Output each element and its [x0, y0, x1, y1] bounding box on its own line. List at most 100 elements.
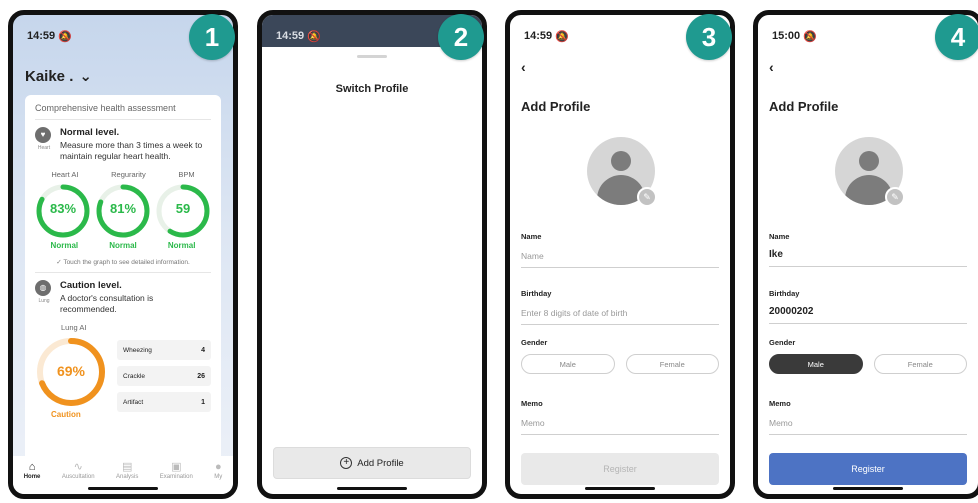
tab-label: Examination: [159, 474, 193, 480]
metric-name: Wheezing: [123, 346, 152, 354]
page-title: Add Profile: [769, 99, 839, 114]
page-title: Add Profile: [521, 99, 591, 114]
metric-row[interactable]: Crackle 26: [117, 366, 211, 386]
mute-icon: 🔕: [803, 30, 817, 43]
add-profile-button[interactable]: + Add Profile: [273, 447, 471, 479]
home-icon: ⌂: [28, 461, 36, 473]
home-indicator: [88, 487, 158, 490]
heart-gauges[interactable]: 83% 81% 59: [35, 183, 211, 239]
lung-level-row: ◍ Lung Caution level. A doctor's consult…: [35, 280, 211, 315]
gender-female-button[interactable]: Female: [873, 354, 967, 374]
tab-examination[interactable]: ▣ Examination: [160, 460, 193, 494]
lung-level-desc: A doctor's consultation is recommended.: [60, 293, 154, 314]
register-button[interactable]: Register: [769, 453, 967, 485]
pencil-icon[interactable]: ✎: [885, 187, 905, 207]
tab-my[interactable]: ● My: [214, 460, 222, 494]
back-chevron-icon[interactable]: ‹: [769, 59, 774, 75]
heart-icon: ♥: [35, 127, 51, 143]
plus-circle-icon: +: [340, 457, 353, 469]
gauge-value-heart-ai: 83%: [49, 201, 77, 216]
gauge-labels: Heart AI Regurarity BPM: [35, 170, 211, 179]
gender-label: Gender: [521, 338, 548, 347]
person-icon: ●: [214, 461, 222, 473]
gender-female-button[interactable]: Female: [625, 354, 719, 374]
status-time: 15:00: [772, 30, 801, 42]
gauge-label-heart-ai: Heart AI: [51, 170, 79, 179]
phone-add-profile-filled: 15:00🔕 ▂▄▆ 5 ‹ Add Profile ✎ Name Ike Bi…: [753, 10, 978, 499]
memo-field[interactable]: Memo: [521, 418, 719, 435]
gauge-status-bpm: Normal: [167, 241, 196, 250]
touch-hint: ✓ Touch the graph to see detailed inform…: [35, 258, 211, 273]
home-indicator: [585, 487, 655, 490]
gauge-value-lung-ai: 69%: [56, 363, 86, 379]
metric-row[interactable]: Artifact 1: [117, 392, 211, 412]
metric-name: Crackle: [123, 372, 146, 380]
tab-label: My: [214, 474, 223, 480]
mute-icon: 🔕: [58, 30, 72, 43]
gauge-heart-ai[interactable]: 83%: [35, 183, 91, 239]
add-profile-label: Add Profile: [357, 457, 404, 469]
gauge-lung-ai[interactable]: 69%: [35, 336, 107, 408]
gauge-status-regularity: Normal: [109, 241, 137, 250]
metric-value: 1: [201, 398, 205, 406]
step-badge-1: 1: [189, 14, 235, 60]
lung-metric-list: Wheezing 4 Crackle 26 Artifact 1: [117, 340, 211, 419]
lung-icon: ◍: [35, 280, 51, 296]
gauge-regularity[interactable]: 81%: [95, 183, 151, 239]
memo-label: Memo: [521, 399, 543, 408]
stethoscope-icon: ∿: [73, 461, 83, 473]
chart-icon: ▤: [121, 461, 133, 473]
metric-value: 4: [201, 346, 205, 354]
name-field[interactable]: Name: [521, 251, 719, 268]
chevron-down-icon: ⌄: [79, 68, 92, 85]
gender-male-button[interactable]: Male: [769, 354, 863, 374]
memo-label: Memo: [769, 399, 791, 408]
profile-switcher[interactable]: Kaike . ⌄: [25, 67, 92, 86]
gauge-bpm[interactable]: 59: [155, 183, 211, 239]
register-button[interactable]: Register: [521, 453, 719, 485]
metric-name: Artifact: [123, 398, 144, 406]
phone-home-screen: 14:59🔕 ▂▄▆ 5 Kaike . ⌄ Comprehensive hea…: [8, 10, 238, 499]
heart-level-desc: Measure more than 3 times a week to main…: [60, 140, 203, 161]
lung-level-title: Caution level.: [60, 280, 122, 291]
birthday-label: Birthday: [769, 289, 800, 298]
health-assessment-card: Comprehensive health assessment ♥ Heart …: [25, 95, 221, 465]
metric-row[interactable]: Wheezing 4: [117, 340, 211, 360]
lung-gauge-label: Lung AI: [61, 323, 87, 332]
gauge-value-regularity: 81%: [109, 201, 137, 216]
organ-label-heart: Heart: [37, 145, 51, 151]
gauge-label-bpm: BPM: [178, 170, 195, 179]
status-time: 14:59: [524, 30, 553, 42]
phone-add-profile-empty: 14:59🔕 ▂▄▆ 5 ‹ Add Profile ✎ Name Name B…: [505, 10, 735, 499]
status-time: 14:59: [27, 30, 56, 42]
step-badge-4: 4: [935, 14, 978, 60]
tab-label: Auscultation: [61, 474, 95, 480]
heart-level-row: ♥ Heart Normal level. Measure more than …: [35, 127, 211, 162]
gauge-label-regularity: Regurarity: [111, 170, 146, 179]
home-indicator: [833, 487, 903, 490]
memo-field[interactable]: Memo: [769, 418, 967, 435]
back-chevron-icon[interactable]: ‹: [521, 59, 526, 75]
clipboard-icon: ▣: [171, 461, 182, 473]
gauge-status-heart-ai: Normal: [50, 241, 79, 250]
name-label: Name: [521, 232, 542, 241]
pencil-icon[interactable]: ✎: [637, 187, 657, 207]
home-indicator: [337, 487, 407, 490]
sheet-title: Switch Profile: [335, 83, 409, 95]
name-label: Name: [769, 232, 790, 241]
lung-status: Caution: [51, 410, 81, 419]
birthday-field[interactable]: Enter 8 digits of date of birth: [521, 308, 719, 325]
step-badge-3: 3: [686, 14, 732, 60]
name-field[interactable]: Ike: [769, 249, 967, 267]
profile-name: Kaike .: [25, 67, 74, 85]
gauge-value-bpm: 59: [175, 201, 191, 216]
step-badge-2: 2: [438, 14, 484, 60]
birthday-field[interactable]: 20000202: [769, 306, 967, 324]
metric-value: 26: [197, 372, 205, 380]
gender-male-button[interactable]: Male: [521, 354, 615, 374]
tab-home[interactable]: ⌂ Home: [24, 460, 41, 494]
tab-label: Home: [23, 474, 41, 480]
gauge-statuses: Normal Normal Normal: [35, 241, 211, 250]
gender-selector: Male Female: [521, 354, 719, 374]
sheet-drag-handle[interactable]: [357, 55, 387, 58]
